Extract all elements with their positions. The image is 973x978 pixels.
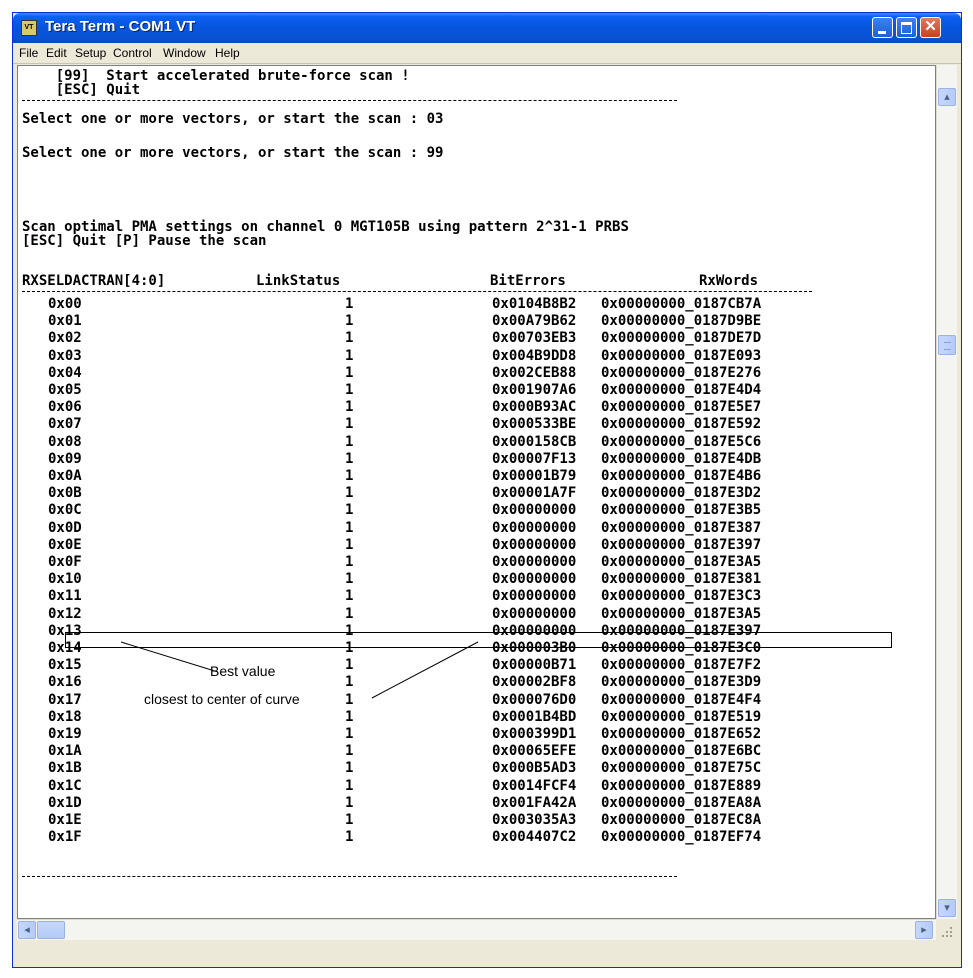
minimize-button[interactable]	[872, 17, 893, 38]
window-title: Tera Term - COM1 VT	[45, 18, 196, 35]
arrow-right-icon: ▸	[921, 923, 927, 936]
scroll-left-button[interactable]: ◂	[18, 921, 36, 939]
vertical-scrollbar[interactable]: ▴ ▾	[936, 65, 957, 919]
terminal-screen[interactable]: [99] Start accelerated brute-force scan …	[17, 65, 936, 919]
title-bar[interactable]: VT Tera Term - COM1 VT ✕	[13, 13, 961, 43]
maximize-button[interactable]	[896, 17, 917, 38]
menu-edit[interactable]: Edit	[46, 46, 67, 60]
vertical-scroll-thumb[interactable]	[938, 335, 956, 355]
arrow-up-icon: ▴	[944, 90, 950, 103]
scroll-down-button[interactable]: ▾	[938, 899, 956, 917]
close-icon: ✕	[924, 18, 937, 35]
horizontal-scrollbar[interactable]: ◂ ▸	[17, 919, 936, 940]
menu-control[interactable]: Control	[113, 46, 152, 60]
menu-file[interactable]: File	[19, 46, 38, 60]
menu-setup[interactable]: Setup	[75, 46, 106, 60]
tera-term-app-icon[interactable]: VT	[21, 20, 37, 36]
menu-bar: File Edit Setup Control Window Help	[13, 43, 961, 64]
scroll-up-button[interactable]: ▴	[938, 88, 956, 106]
arrow-left-icon: ◂	[24, 923, 30, 936]
menu-window[interactable]: Window	[163, 46, 206, 60]
arrow-down-icon: ▾	[944, 901, 950, 914]
menu-help[interactable]: Help	[215, 46, 240, 60]
horizontal-scroll-thumb[interactable]	[37, 921, 65, 939]
tera-term-window: VT Tera Term - COM1 VT ✕ File Edit Setup…	[12, 12, 962, 968]
close-button[interactable]: ✕	[920, 17, 941, 38]
callout-best-value: Best value	[210, 663, 276, 679]
scroll-right-button[interactable]: ▸	[915, 921, 933, 939]
callout-center-curve: closest to center of curve	[144, 691, 300, 707]
resize-grip[interactable]	[936, 919, 957, 940]
callout-leader-lines	[120, 641, 479, 699]
